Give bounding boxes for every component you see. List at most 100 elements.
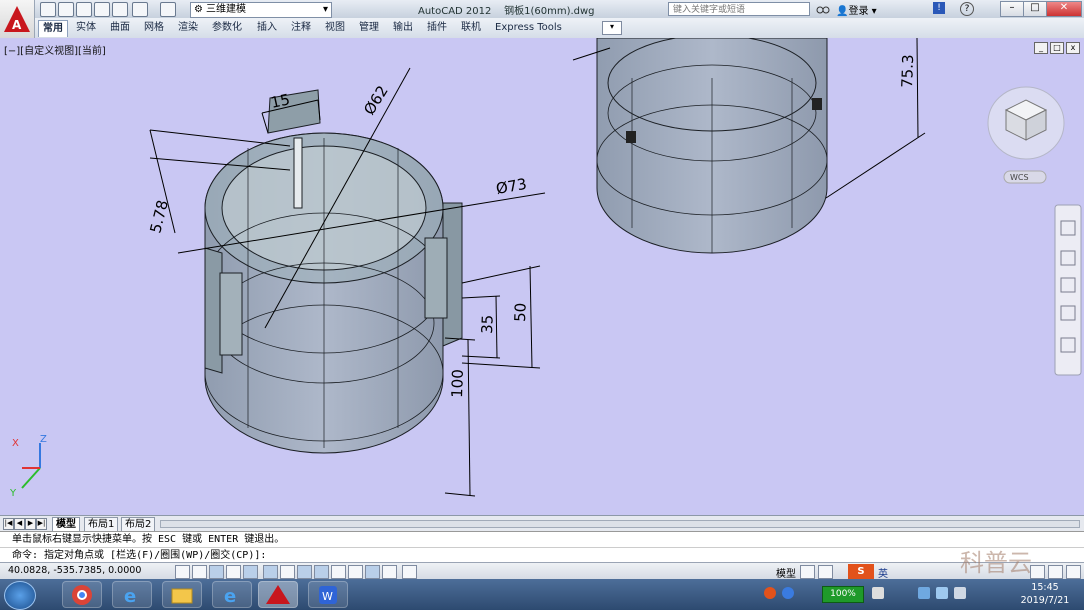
viewcube[interactable] [987, 86, 1065, 160]
binoculars-icon[interactable] [816, 2, 830, 15]
lineweight-button[interactable] [348, 565, 363, 579]
tab-model[interactable]: 模型 [52, 517, 80, 532]
tab-9[interactable]: 管理 [355, 20, 383, 36]
ribbon-toggle-button[interactable]: ▾ [602, 21, 622, 35]
tab-11[interactable]: 插件 [423, 20, 451, 36]
wcs-dropdown[interactable]: WCS [1003, 170, 1047, 184]
tab-6[interactable]: 插入 [253, 20, 281, 36]
svg-text:A: A [12, 18, 22, 32]
toolbar-lock-button[interactable] [1048, 565, 1063, 579]
dynamic-ucs-button[interactable] [314, 565, 329, 579]
layout-view-button[interactable] [800, 565, 815, 579]
dim-diameter-73: Ø73 [495, 175, 529, 198]
ie-icon[interactable]: e [112, 581, 152, 608]
shield-tray-icon[interactable] [918, 587, 930, 599]
horizontal-scrollbar[interactable] [160, 520, 1080, 528]
minimize-button[interactable]: – [1000, 1, 1024, 17]
polar-tracking-button[interactable] [243, 565, 258, 579]
network-tray-icon[interactable] [872, 587, 884, 599]
sogou-tray-icon[interactable] [764, 587, 776, 599]
save-as-icon[interactable] [94, 2, 110, 17]
workspace-switch-button[interactable] [1030, 565, 1045, 579]
search-input[interactable]: 键入关键字或短语 [668, 2, 810, 16]
prev-tab-icon[interactable]: ◀ [14, 518, 25, 530]
redo-icon[interactable] [160, 2, 176, 17]
file-name: 钢板1(60mm).dwg [504, 6, 595, 17]
help-icon[interactable]: ? [960, 2, 974, 16]
tab-8[interactable]: 视图 [321, 20, 349, 36]
next-tab-icon[interactable]: ▶ [25, 518, 36, 530]
3d-object-snap-button[interactable] [280, 565, 295, 579]
print-icon[interactable] [112, 2, 128, 17]
system-clock[interactable]: 15:45 2019/7/21 [1015, 581, 1075, 607]
svg-text:e: e [124, 586, 136, 607]
tab-4[interactable]: 渲染 [174, 20, 202, 36]
undo-icon[interactable] [132, 2, 148, 17]
tab-5[interactable]: 参数化 [208, 20, 246, 36]
tab-1[interactable]: 实体 [72, 20, 100, 36]
sogou-ime-icon[interactable]: S [848, 564, 874, 579]
start-button[interactable] [4, 581, 36, 610]
file-explorer-icon[interactable] [162, 581, 202, 608]
tab-2[interactable]: 曲面 [106, 20, 134, 36]
layout-tab-bar: |◀ ◀ ▶ ▶| 模型 布局1 布局2 [0, 515, 1084, 532]
grid-display-button[interactable] [209, 565, 224, 579]
title-bar: ⚙ 三维建模 ▾ AutoCAD 2012 钢板1(60mm).dwg 键入关键字或… [0, 0, 1084, 19]
axis-z-label: Z [40, 434, 47, 445]
wps-icon[interactable]: W [308, 581, 348, 608]
tab-13[interactable]: Express Tools [491, 20, 566, 36]
ime-mode-label[interactable]: 英 [878, 565, 888, 580]
first-tab-icon[interactable]: |◀ [3, 518, 14, 530]
transparency-button[interactable] [365, 565, 380, 579]
tab-12[interactable]: 联机 [457, 20, 485, 36]
application-menu-button[interactable]: A [0, 0, 35, 38]
dim-50: 50 [511, 302, 530, 322]
open-file-icon[interactable] [58, 2, 74, 17]
last-tab-icon[interactable]: ▶| [36, 518, 47, 530]
tab-10[interactable]: 输出 [389, 20, 417, 36]
infer-constraints-button[interactable] [175, 565, 190, 579]
tab-0[interactable]: 常用 [38, 20, 68, 37]
navigation-bar[interactable] [1054, 204, 1082, 376]
new-file-icon[interactable] [40, 2, 56, 17]
close-button[interactable]: ✕ [1046, 1, 1082, 17]
model-space-label[interactable]: 模型 [776, 565, 796, 580]
app-title: AutoCAD 2012 [418, 6, 492, 17]
gear-icon: ⚙ [194, 4, 203, 15]
quick-properties-button[interactable] [382, 565, 397, 579]
ortho-mode-button[interactable] [226, 565, 241, 579]
tab-7[interactable]: 注释 [287, 20, 315, 36]
drawing-viewport[interactable]: [−][自定义视图][当前] _ □ x 15 Ø62 5.78 Ø73 35 … [0, 38, 1084, 515]
chrome-icon[interactable] [62, 581, 102, 608]
power-tray-icon[interactable] [954, 587, 966, 599]
model-canvas[interactable]: 15 Ø62 5.78 Ø73 35 50 100 75.3 Z X Y WCS [0, 38, 1084, 515]
clean-screen-button[interactable] [1066, 565, 1081, 579]
dim-5-78: 5.78 [146, 198, 172, 235]
help-tray-icon[interactable] [782, 587, 794, 599]
clock-date: 2019/7/21 [1020, 595, 1070, 606]
volume-tray-icon[interactable] [936, 587, 948, 599]
tab-layout1[interactable]: 布局1 [84, 517, 119, 532]
ie-alt-icon[interactable]: e [212, 581, 252, 608]
tab-layout2[interactable]: 布局2 [121, 517, 156, 532]
svg-text:e: e [224, 586, 236, 607]
quick-view-layouts-button[interactable] [818, 565, 833, 579]
exchange-icon[interactable]: ! [933, 2, 945, 14]
login-button[interactable]: 👤登录 ▾ [836, 2, 877, 17]
left-cylinder-part[interactable] [204, 89, 463, 454]
selection-cycling-button[interactable] [402, 565, 417, 579]
object-snap-button[interactable] [263, 565, 278, 579]
autocad-taskbar-icon[interactable] [258, 581, 298, 608]
object-snap-tracking-button[interactable] [297, 565, 312, 579]
right-cylinder-part[interactable] [596, 38, 828, 254]
battery-indicator[interactable]: 100% [822, 586, 864, 603]
command-line-input[interactable]: 命令: 指定对角点或 [栏选(F)/圈围(WP)/圈交(CP)]: [0, 547, 1084, 562]
command-history: 单击鼠标右键显示快捷菜单。按 ESC 键或 ENTER 键退出。 [0, 531, 1084, 547]
maximize-button[interactable]: □ [1023, 1, 1047, 17]
save-icon[interactable] [76, 2, 92, 17]
snap-mode-button[interactable] [192, 565, 207, 579]
dynamic-input-button[interactable] [331, 565, 346, 579]
tab-3[interactable]: 网格 [140, 20, 168, 36]
login-label: 登录 [848, 6, 869, 17]
workspace-dropdown[interactable]: ⚙ 三维建模 ▾ [190, 2, 332, 18]
